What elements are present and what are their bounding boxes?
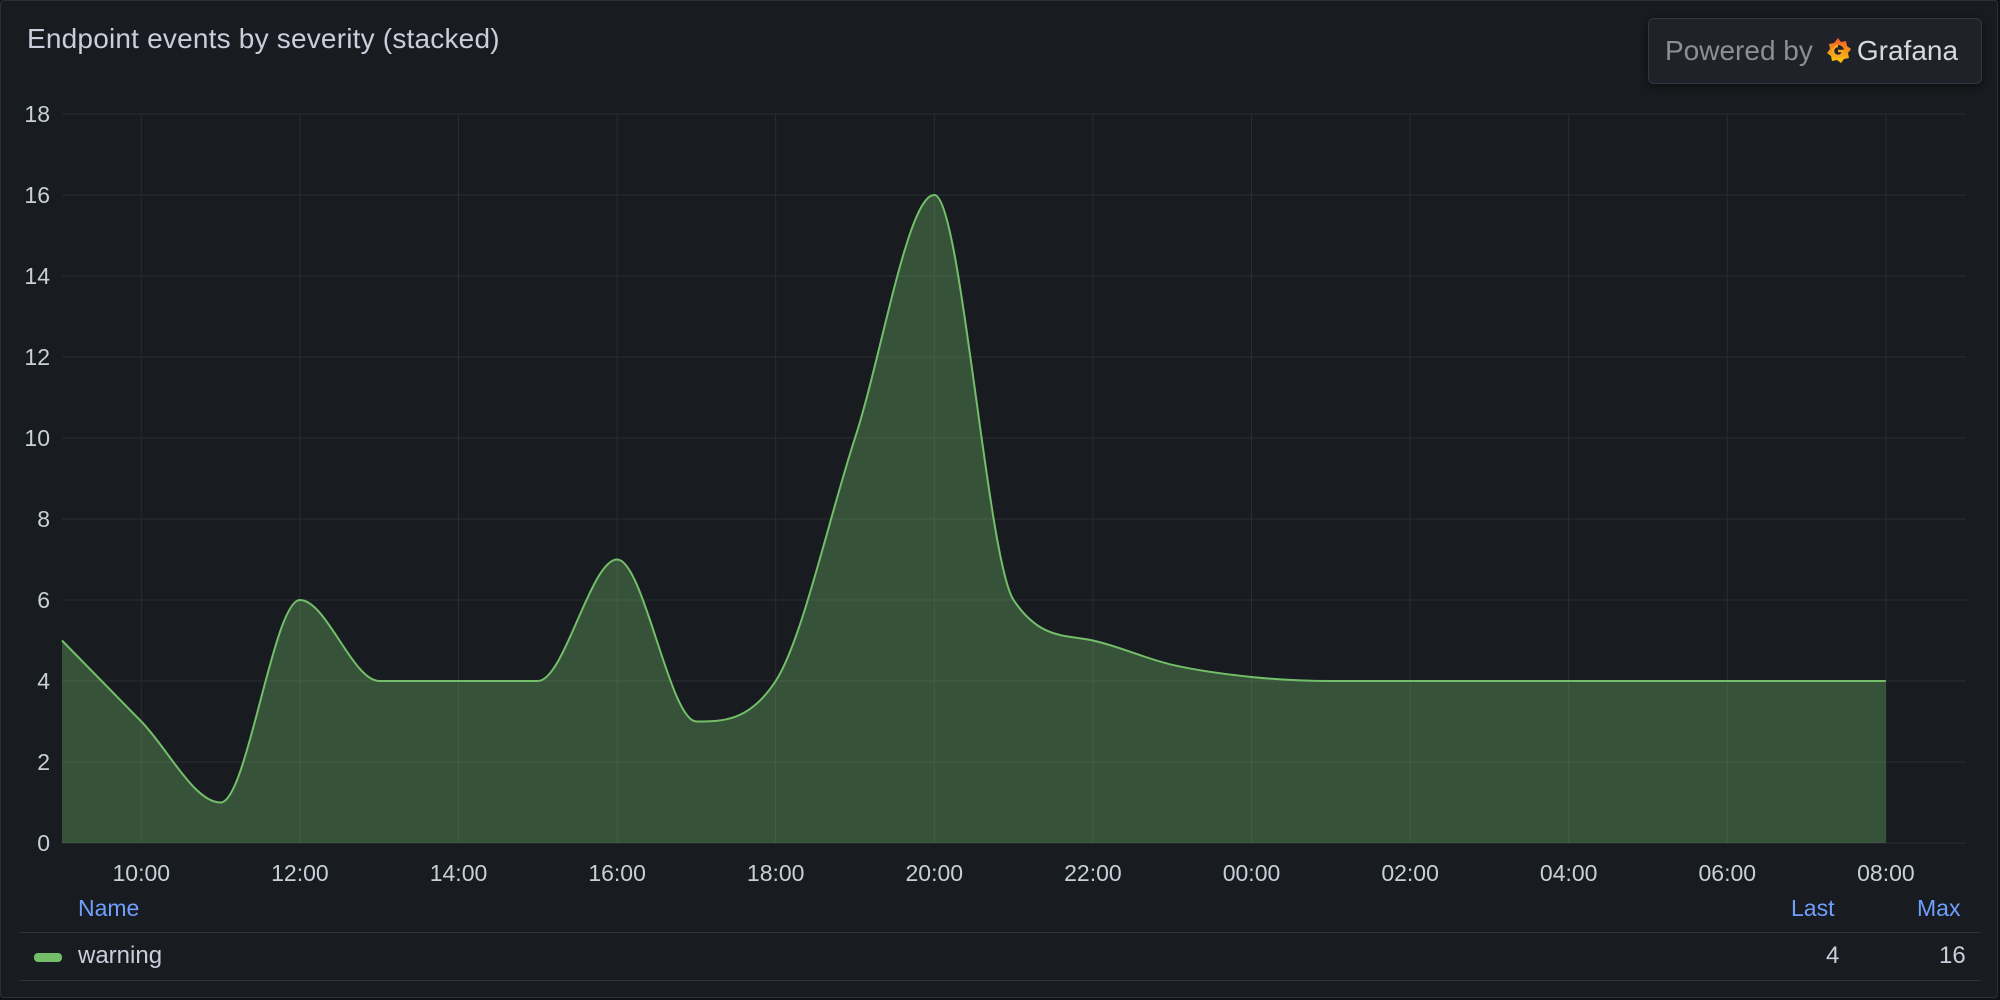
legend	[0, 890, 2000, 990]
y-tick-label: 4	[37, 668, 50, 694]
y-tick-label: 2	[37, 749, 50, 775]
legend-last-value: 4	[1826, 942, 1840, 969]
legend-max-value: 16	[1939, 942, 1966, 969]
x-tick-label: 18:00	[747, 860, 805, 886]
legend-swatch-warning	[34, 953, 62, 962]
x-tick-label: 06:00	[1699, 860, 1757, 886]
y-tick-label: 8	[37, 506, 50, 532]
x-tick-label: 16:00	[588, 860, 646, 886]
y-axis: 0 2 4 6 8 10 12 14 16 18	[24, 101, 50, 856]
x-tick-label: 10:00	[113, 860, 171, 886]
y-tick-label: 12	[24, 344, 50, 370]
x-axis: 10:00 12:00 14:00 16:00 18:00 20:00 22:00 00:00…	[113, 860, 1915, 886]
legend-bottom-divider	[20, 980, 1980, 981]
x-tick-label: 08:00	[1857, 860, 1915, 886]
legend-header-max[interactable]: Max	[1917, 895, 1960, 931]
x-tick-label: 04:00	[1540, 860, 1598, 886]
y-tick-label: 6	[37, 587, 50, 613]
y-tick-label: 10	[24, 425, 50, 451]
chart-svg: 0 2 4 6 8 10 12 14 16 18 10:00 12:00 14:00 16:00 18:0…	[24, 101, 1966, 886]
x-tick-label: 00:00	[1223, 860, 1281, 886]
y-tick-label: 16	[24, 182, 50, 208]
legend-header-name[interactable]: Name	[78, 895, 139, 931]
x-tick-label: 22:00	[1064, 860, 1122, 886]
y-tick-label: 18	[24, 101, 50, 127]
x-tick-label: 02:00	[1381, 860, 1439, 886]
x-tick-label: 14:00	[430, 860, 488, 886]
y-tick-label: 0	[37, 830, 50, 856]
legend-divider	[20, 932, 1980, 933]
legend-series-warning[interactable]: warning	[78, 942, 162, 972]
x-tick-label: 12:00	[271, 860, 329, 886]
y-tick-label: 14	[24, 263, 50, 289]
legend-header-last[interactable]: Last	[1791, 895, 1834, 931]
x-tick-label: 20:00	[906, 860, 964, 886]
